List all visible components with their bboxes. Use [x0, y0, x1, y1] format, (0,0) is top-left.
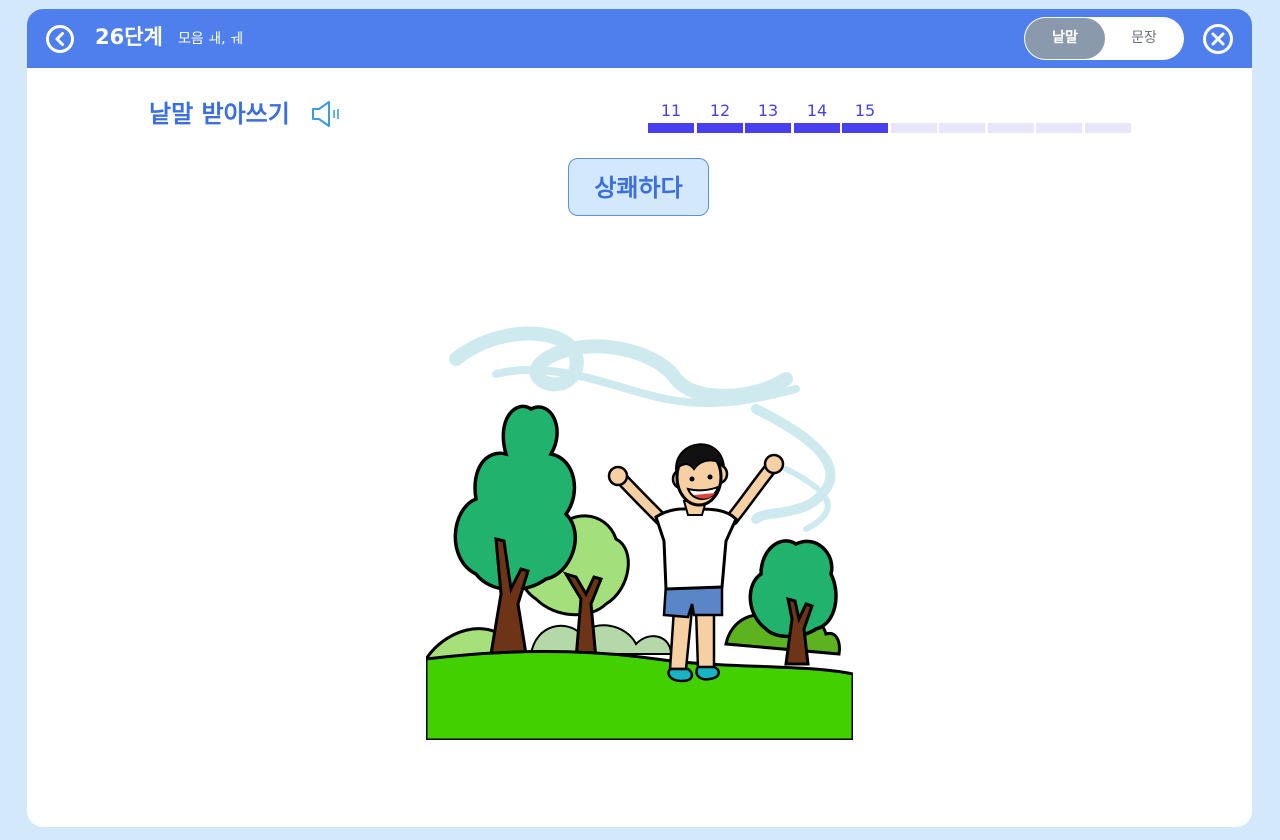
progress-segment [745, 123, 791, 133]
progress-label: 14 [806, 101, 828, 120]
level-subtitle: 모음 ㅙ, ㅞ [178, 31, 243, 47]
exercise-title: 낱말 받아쓰기 [149, 100, 290, 128]
progress-segment [939, 123, 985, 133]
progress-label: 12 [709, 101, 731, 120]
progress-segment [1036, 123, 1082, 133]
progress-segment [794, 123, 840, 133]
progress-segment [842, 123, 888, 133]
progress-segment [1085, 123, 1131, 133]
back-icon[interactable] [45, 24, 75, 54]
progress-segment [697, 123, 743, 133]
progress-label: 13 [757, 101, 779, 120]
speaker-icon[interactable] [310, 99, 344, 129]
main-card: 26단계 모음 ㅙ, ㅞ 낱말 문장 낱말 받아쓰기 11 12 13 14 1 [27, 9, 1252, 827]
progress-label: 11 [660, 101, 682, 120]
progress-segment [988, 123, 1034, 133]
mode-option-word[interactable]: 낱말 [1025, 18, 1105, 59]
close-icon[interactable] [1202, 23, 1234, 55]
progress-bar: 11 12 13 14 15 [648, 101, 1132, 133]
level-title: 26단계 [95, 25, 163, 49]
mode-toggle: 낱말 문장 [1024, 17, 1184, 60]
top-bar: 26단계 모음 ㅙ, ㅞ 낱말 문장 [27, 9, 1252, 68]
happy-boy-illustration [426, 326, 853, 740]
mode-option-sentence[interactable]: 문장 [1116, 18, 1172, 59]
progress-segment [648, 123, 694, 133]
target-word: 상쾌하다 [568, 158, 709, 216]
progress-label: 15 [854, 101, 876, 120]
progress-segment [891, 123, 937, 133]
